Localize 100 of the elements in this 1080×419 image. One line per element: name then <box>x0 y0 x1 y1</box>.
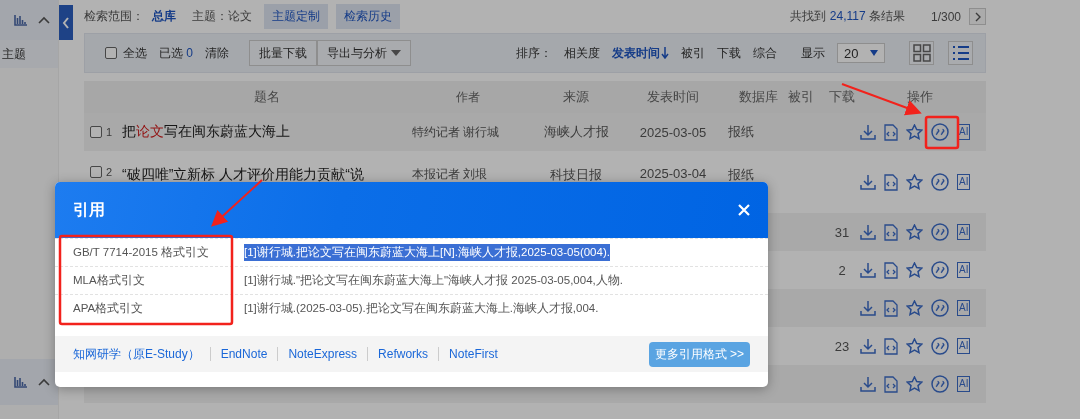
quote-icon[interactable] <box>931 375 949 393</box>
export-tool-link[interactable]: Refworks <box>378 347 429 361</box>
star-icon[interactable] <box>906 224 923 240</box>
citation-text: [1]谢行城."把论文写在闽东蔚蓝大海上"海峡人才报 2025-03-05,004,人物. <box>243 273 623 288</box>
topic-button[interactable]: 主题定制 <box>264 4 328 29</box>
citation-count: 31 <box>834 224 850 240</box>
list-view-button[interactable] <box>948 41 973 65</box>
star-icon[interactable] <box>906 262 923 278</box>
quote-icon[interactable] <box>931 261 949 279</box>
collapse-tab[interactable] <box>59 5 73 40</box>
download-icon[interactable] <box>860 262 876 278</box>
html-file-icon[interactable] <box>884 299 898 317</box>
sort-option[interactable]: 下载 <box>717 44 741 62</box>
row-number: 2 <box>106 166 113 178</box>
quote-icon[interactable] <box>931 223 949 241</box>
citation-text: [1]谢行城.(2025-03-05).把论文写在闽东蔚蓝大海上.海峡人才报,004. <box>243 301 599 316</box>
export-tool-link[interactable]: NoteFirst <box>449 347 498 361</box>
html-file-icon[interactable] <box>884 123 898 141</box>
scope-value[interactable]: 总库 <box>152 8 176 25</box>
export-tool-link[interactable]: EndNote <box>220 347 268 361</box>
date-cell: 2025-03-05 <box>639 124 707 140</box>
download-icon[interactable] <box>860 338 876 354</box>
quote-icon[interactable] <box>931 337 949 355</box>
column-header: 被引 <box>788 88 815 106</box>
ai-button[interactable]: AI <box>957 124 971 140</box>
format-label: MLA格式引文 <box>72 273 146 288</box>
database-cell: 报纸 <box>728 124 754 139</box>
caret-down-icon <box>391 50 402 56</box>
star-icon[interactable] <box>906 376 923 392</box>
caret-down-icon <box>870 50 878 56</box>
ai-button[interactable]: AI <box>957 376 971 392</box>
export-dropdown[interactable]: 导出与分析 <box>317 40 412 66</box>
html-file-icon[interactable] <box>884 173 898 191</box>
sort-option[interactable]: 相关度 <box>564 44 600 62</box>
article-title-link[interactable]: “破四唯”立新标 人才评价用能力贡献“说 <box>122 166 364 182</box>
column-header: 操作 <box>906 88 934 106</box>
more-formats-button[interactable]: 更多引用格式 >> <box>648 341 750 367</box>
database-cell: 报纸 <box>728 167 754 182</box>
grid-view-button[interactable] <box>909 41 934 65</box>
annotation-arrow <box>211 179 263 227</box>
export-tool-link[interactable]: 知网研学（原E-Study） <box>73 345 200 363</box>
dialog-title: 引用 <box>73 199 105 220</box>
topic-label: 主题：论文 <box>192 8 252 25</box>
ai-button[interactable]: AI <box>957 262 971 278</box>
batch-download-button[interactable]: 批量下载 <box>249 40 318 66</box>
sort-option[interactable]: 发表时间 <box>612 44 669 62</box>
row-number: 1 <box>106 126 113 138</box>
ai-button[interactable]: AI <box>957 174 971 190</box>
page-indicator: 1/300 <box>930 9 961 24</box>
article-title-link[interactable]: 把论文写在闽东蔚蓝大海上 <box>122 123 290 139</box>
topic-button[interactable]: 检索历史 <box>336 4 400 29</box>
ai-button[interactable]: AI <box>957 338 971 354</box>
column-header: 来源 <box>562 88 590 106</box>
column-header: 下载 <box>828 88 856 106</box>
chevron-left-icon <box>62 16 70 29</box>
format-label: APA格式引文 <box>72 301 145 316</box>
chevron-up-icon[interactable] <box>38 16 50 24</box>
html-file-icon[interactable] <box>884 223 898 241</box>
chevron-right-icon <box>974 11 981 22</box>
ai-button[interactable]: AI <box>957 224 971 240</box>
html-file-icon[interactable] <box>884 375 898 393</box>
ai-button[interactable]: AI <box>957 300 971 316</box>
export-tool-link[interactable]: NoteExpress <box>288 347 358 361</box>
checkbox[interactable] <box>105 47 117 59</box>
format-label: GB/T 7714-2015 格式引文 <box>72 245 210 260</box>
selected-count: 已选 0 <box>159 44 194 62</box>
quote-icon[interactable] <box>931 123 949 141</box>
star-icon[interactable] <box>906 124 923 140</box>
page-size-select[interactable]: 20 <box>837 43 885 63</box>
quote-icon[interactable] <box>931 299 949 317</box>
bar-chart-icon <box>14 376 28 388</box>
download-icon[interactable] <box>860 174 876 190</box>
column-header: 数据库 <box>737 88 779 106</box>
row-checkbox[interactable] <box>90 126 102 138</box>
scope-label: 检索范围： <box>84 8 144 25</box>
download-icon[interactable] <box>860 300 876 316</box>
select-all-label[interactable]: 全选 <box>123 44 147 62</box>
sort-option[interactable]: 综合 <box>753 44 777 62</box>
download-icon[interactable] <box>860 224 876 240</box>
source-cell: 科技日报 <box>550 167 602 182</box>
close-icon[interactable] <box>738 204 750 216</box>
quote-icon[interactable] <box>931 173 949 191</box>
chevron-up-icon[interactable] <box>38 378 50 386</box>
next-page-button[interactable] <box>969 8 986 25</box>
star-icon[interactable] <box>906 338 923 354</box>
source-cell: 海峡人才报 <box>543 124 609 139</box>
star-icon[interactable] <box>906 174 923 190</box>
star-icon[interactable] <box>906 300 923 316</box>
sidebar-item[interactable]: 主题 <box>0 40 58 68</box>
download-icon[interactable] <box>860 376 876 392</box>
row-checkbox[interactable] <box>90 166 102 178</box>
citation-count: 2 <box>838 262 846 278</box>
download-icon[interactable] <box>860 124 876 140</box>
html-file-icon[interactable] <box>884 337 898 355</box>
sort-option[interactable]: 被引 <box>681 44 705 62</box>
html-file-icon[interactable] <box>884 261 898 279</box>
sort-label: 排序： <box>516 44 552 62</box>
clear-link[interactable]: 清除 <box>205 44 230 62</box>
column-header: 作者 <box>455 88 481 106</box>
bar-chart-icon <box>14 14 28 26</box>
